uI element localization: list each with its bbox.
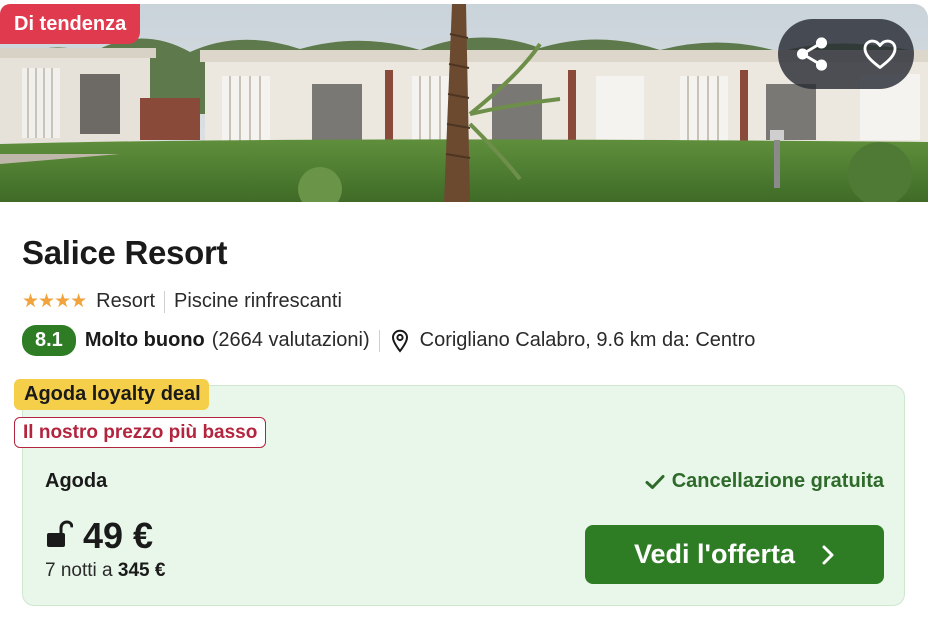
star-rating: ★★★★: [22, 291, 87, 312]
review-count[interactable]: (2664 valutazioni): [212, 329, 370, 352]
checkmark-icon: [645, 474, 665, 489]
location-pin-icon: [391, 329, 409, 353]
trending-badge: Di tendenza: [0, 4, 141, 44]
nights-prefix: 7 notti a: [45, 560, 113, 581]
loyalty-deal-badge: Agoda loyalty deal: [14, 379, 209, 410]
nightly-price: 49 €: [83, 515, 154, 556]
view-deal-button[interactable]: Vedi l'offerta: [585, 525, 884, 584]
view-deal-label: Vedi l'offerta: [634, 539, 795, 569]
hotel-name[interactable]: Salice Resort: [22, 234, 228, 272]
lowest-price-badge: Il nostro prezzo più basso: [14, 417, 267, 448]
total-price: 345 €: [117, 560, 166, 581]
highlight-feature: Piscine rinfrescanti: [174, 290, 342, 312]
hotel-card[interactable]: Di tendenza Salice Resort ★★★★ Resort Pi…: [0, 0, 930, 620]
property-type: Resort: [96, 290, 156, 312]
divider: [164, 290, 166, 313]
score-badge: 8.1: [22, 325, 76, 356]
share-icon[interactable]: [790, 32, 834, 76]
hotel-meta-row: ★★★★ Resort Piscine rinfrescanti: [22, 290, 342, 313]
cancellation-label: Cancellazione gratuita: [671, 470, 884, 492]
divider: [378, 329, 380, 352]
provider-name: Agoda: [45, 470, 108, 492]
rating-location-row: 8.1 Molto buono (2664 valutazioni) Corig…: [22, 325, 755, 356]
total-price-line: 7 notti a 345 €: [45, 560, 165, 582]
free-cancellation: Cancellazione gratuita: [645, 470, 884, 493]
unlocked-lock-icon: [45, 519, 74, 554]
rating-label: Molto buono: [84, 329, 205, 351]
hero-actions: [778, 19, 914, 89]
location-text[interactable]: Corigliano Calabro, 9.6 km da: Centro: [420, 329, 756, 352]
price-row: 49 €: [45, 515, 153, 557]
chevron-right-icon: [821, 544, 835, 566]
heart-icon[interactable]: [858, 32, 902, 76]
